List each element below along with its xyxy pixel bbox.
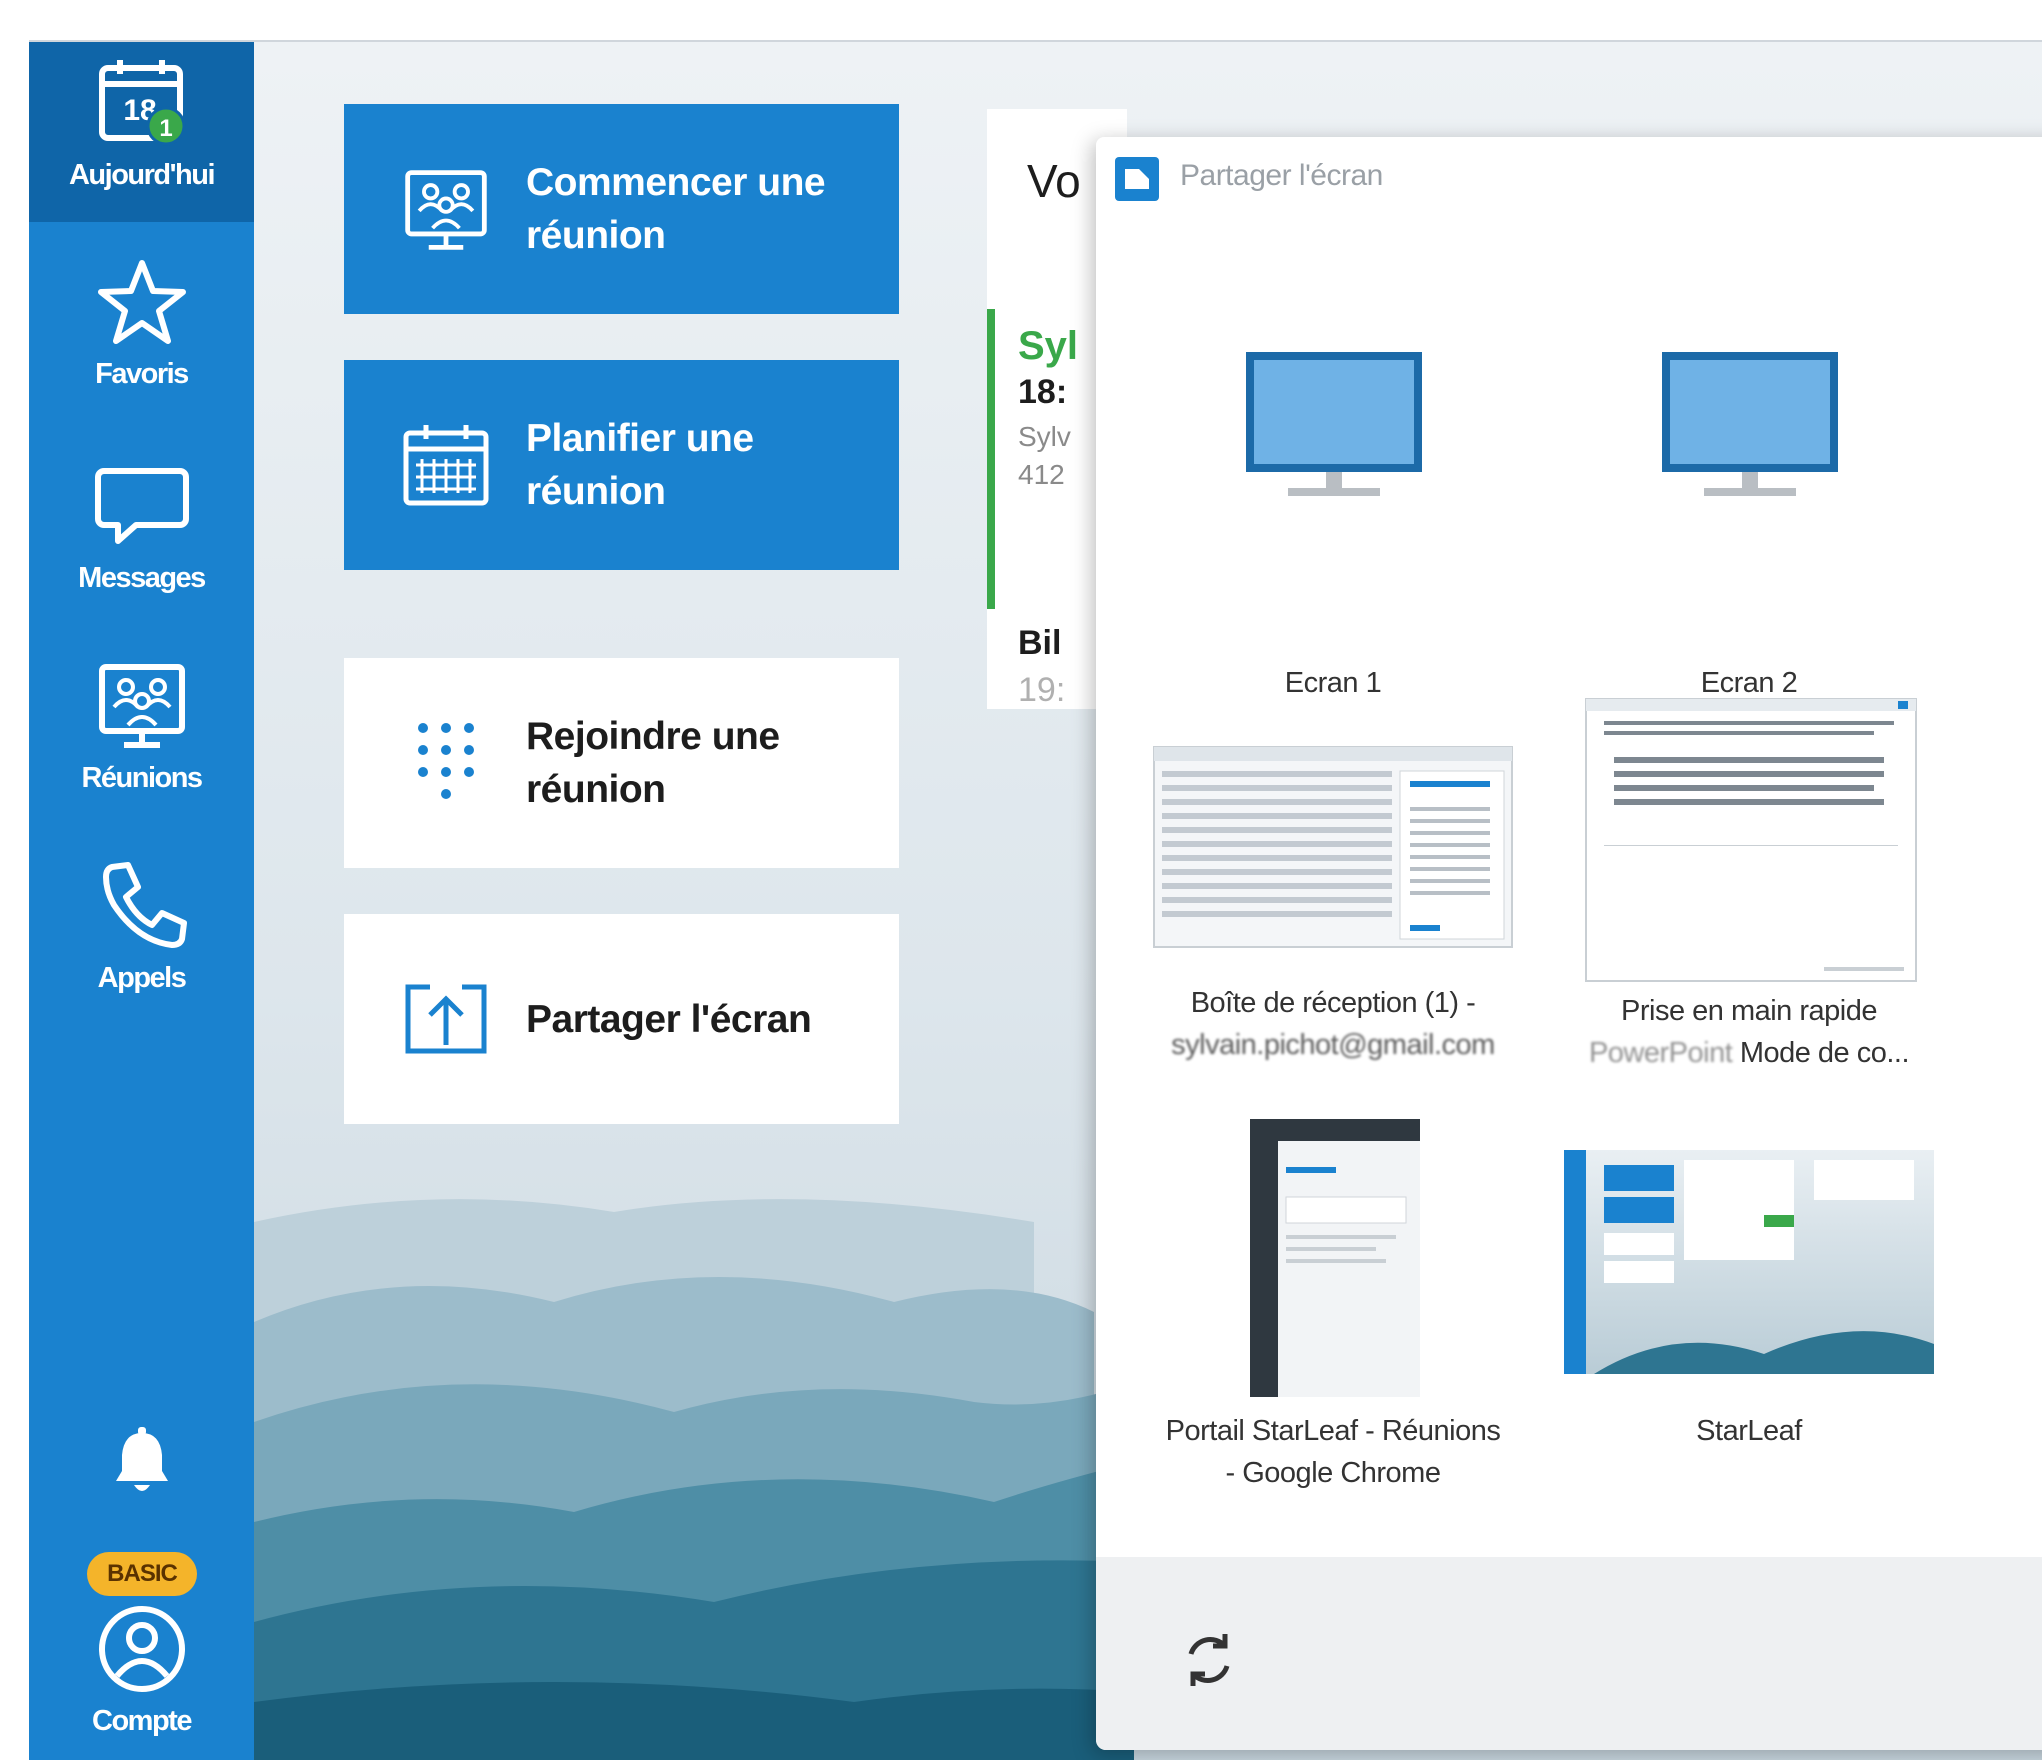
star-icon xyxy=(96,257,188,354)
today-badge: 1 xyxy=(159,115,172,142)
phone-icon xyxy=(94,857,190,958)
share-source-window-inbox[interactable]: Boîte de réception (1) - sylvain.pichot@… xyxy=(1148,737,1518,1137)
starleaf-app-window: 18 1 Aujourd'hui Favoris Messages Réunio… xyxy=(29,40,2042,1760)
meeting-organizer[interactable]: Bil xyxy=(1018,624,1061,663)
sidebar-label-favorites: Favoris xyxy=(95,358,189,390)
share-source-label: Prise en main rapide xyxy=(1564,990,1934,1032)
window-thumbnail xyxy=(1250,1119,1420,1397)
share-screen-icon xyxy=(386,979,506,1059)
sidebar-label-today: Aujourd'hui xyxy=(68,159,216,191)
share-source-label: StarLeaf xyxy=(1696,1415,1802,1447)
share-source-label: PowerPoint Mode de co... xyxy=(1564,1032,1934,1074)
schedule-meeting-label: Planifier une réunion xyxy=(526,417,754,513)
user-circle-icon xyxy=(95,1602,189,1701)
meeting-people-icon xyxy=(94,657,190,758)
keypad-icon xyxy=(386,718,506,808)
window-thumbnail xyxy=(1153,746,1513,948)
share-screen-dialog: Partager l'écran Ecran 1 Ecran 2 Boîte d… xyxy=(1096,137,2042,1750)
meetings-card-title: Vo xyxy=(1027,155,1081,207)
sidebar-label-account: Compte xyxy=(92,1705,192,1737)
share-source-window-powerpoint[interactable]: Prise en main rapide PowerPoint Mode de … xyxy=(1564,695,1934,1145)
join-meeting-button[interactable]: Rejoindre une réunion xyxy=(344,658,899,868)
share-source-window-starleaf[interactable]: StarLeaf xyxy=(1564,1115,1934,1515)
sidebar-item-calls[interactable]: Appels xyxy=(29,857,254,995)
meeting-organizer[interactable]: Syl xyxy=(1018,324,1078,369)
window-thumbnail xyxy=(1564,1150,1934,1374)
sidebar-item-meetings[interactable]: Réunions xyxy=(29,657,254,795)
label-obscured: PowerPoint xyxy=(1588,1037,1733,1069)
monitor-icon xyxy=(1246,352,1422,496)
schedule-meeting-button[interactable]: Planifier une réunion xyxy=(344,360,899,570)
dialog-title: Partager l'écran xyxy=(1180,159,1383,192)
calendar-grid-icon xyxy=(386,419,506,511)
share-source-label: Ecran 1 xyxy=(1284,667,1382,699)
sidebar-item-favorites[interactable]: Favoris xyxy=(29,257,254,391)
label-text: Mode de co... xyxy=(1739,1037,1910,1069)
share-source-label: Boîte de réception (1) - xyxy=(1190,987,1476,1019)
window-thumbnail xyxy=(1585,698,1917,982)
share-source-label: - Google Chrome xyxy=(1225,1457,1441,1489)
plan-badge: BASIC xyxy=(87,1552,197,1596)
bell-icon[interactable] xyxy=(112,1427,172,1502)
share-source-screen-2[interactable]: Ecran 2 xyxy=(1564,352,1934,732)
share-screen-label: Partager l'écran xyxy=(526,997,812,1041)
sidebar: 18 1 Aujourd'hui Favoris Messages Réunio… xyxy=(29,42,254,1760)
sidebar-item-messages[interactable]: Messages xyxy=(29,457,254,595)
sidebar-item-account[interactable]: Compte xyxy=(29,1602,254,1738)
meeting-time: 18: xyxy=(1018,373,1068,411)
meeting-detail: 412 xyxy=(1018,459,1065,490)
share-source-label: Portail StarLeaf - Réunions xyxy=(1165,1415,1501,1447)
sidebar-label-meetings: Réunions xyxy=(81,762,203,794)
sidebar-item-today[interactable]: 18 1 Aujourd'hui xyxy=(29,42,254,222)
chat-bubble-icon xyxy=(94,457,190,558)
share-screen-button[interactable]: Partager l'écran xyxy=(344,914,899,1124)
meeting-time: 19: xyxy=(1018,671,1066,709)
meeting-people-icon xyxy=(386,163,506,255)
calendar-icon: 18 1 xyxy=(94,54,190,155)
meeting-detail: Sylv xyxy=(1018,421,1071,452)
join-meeting-label: Rejoindre une réunion xyxy=(526,715,780,811)
monitor-icon xyxy=(1662,352,1838,496)
starleaf-app-icon xyxy=(1115,157,1159,206)
dialog-footer xyxy=(1096,1557,2042,1750)
start-meeting-label: Commencer une réunion xyxy=(526,161,826,257)
refresh-icon[interactable] xyxy=(1179,1630,1239,1695)
share-source-screen-1[interactable]: Ecran 1 xyxy=(1148,352,1518,732)
share-source-window-chrome[interactable]: Portail StarLeaf - Réunions - Google Chr… xyxy=(1148,1115,1518,1515)
sidebar-label-messages: Messages xyxy=(78,562,206,594)
label-text: Prise en main rapide xyxy=(1621,995,1877,1027)
sidebar-label-calls: Appels xyxy=(97,962,187,994)
start-meeting-button[interactable]: Commencer une réunion xyxy=(344,104,899,314)
meeting-active-indicator xyxy=(987,309,995,609)
share-source-label-obscured: sylvain.pichot@gmail.com xyxy=(1171,1029,1495,1061)
